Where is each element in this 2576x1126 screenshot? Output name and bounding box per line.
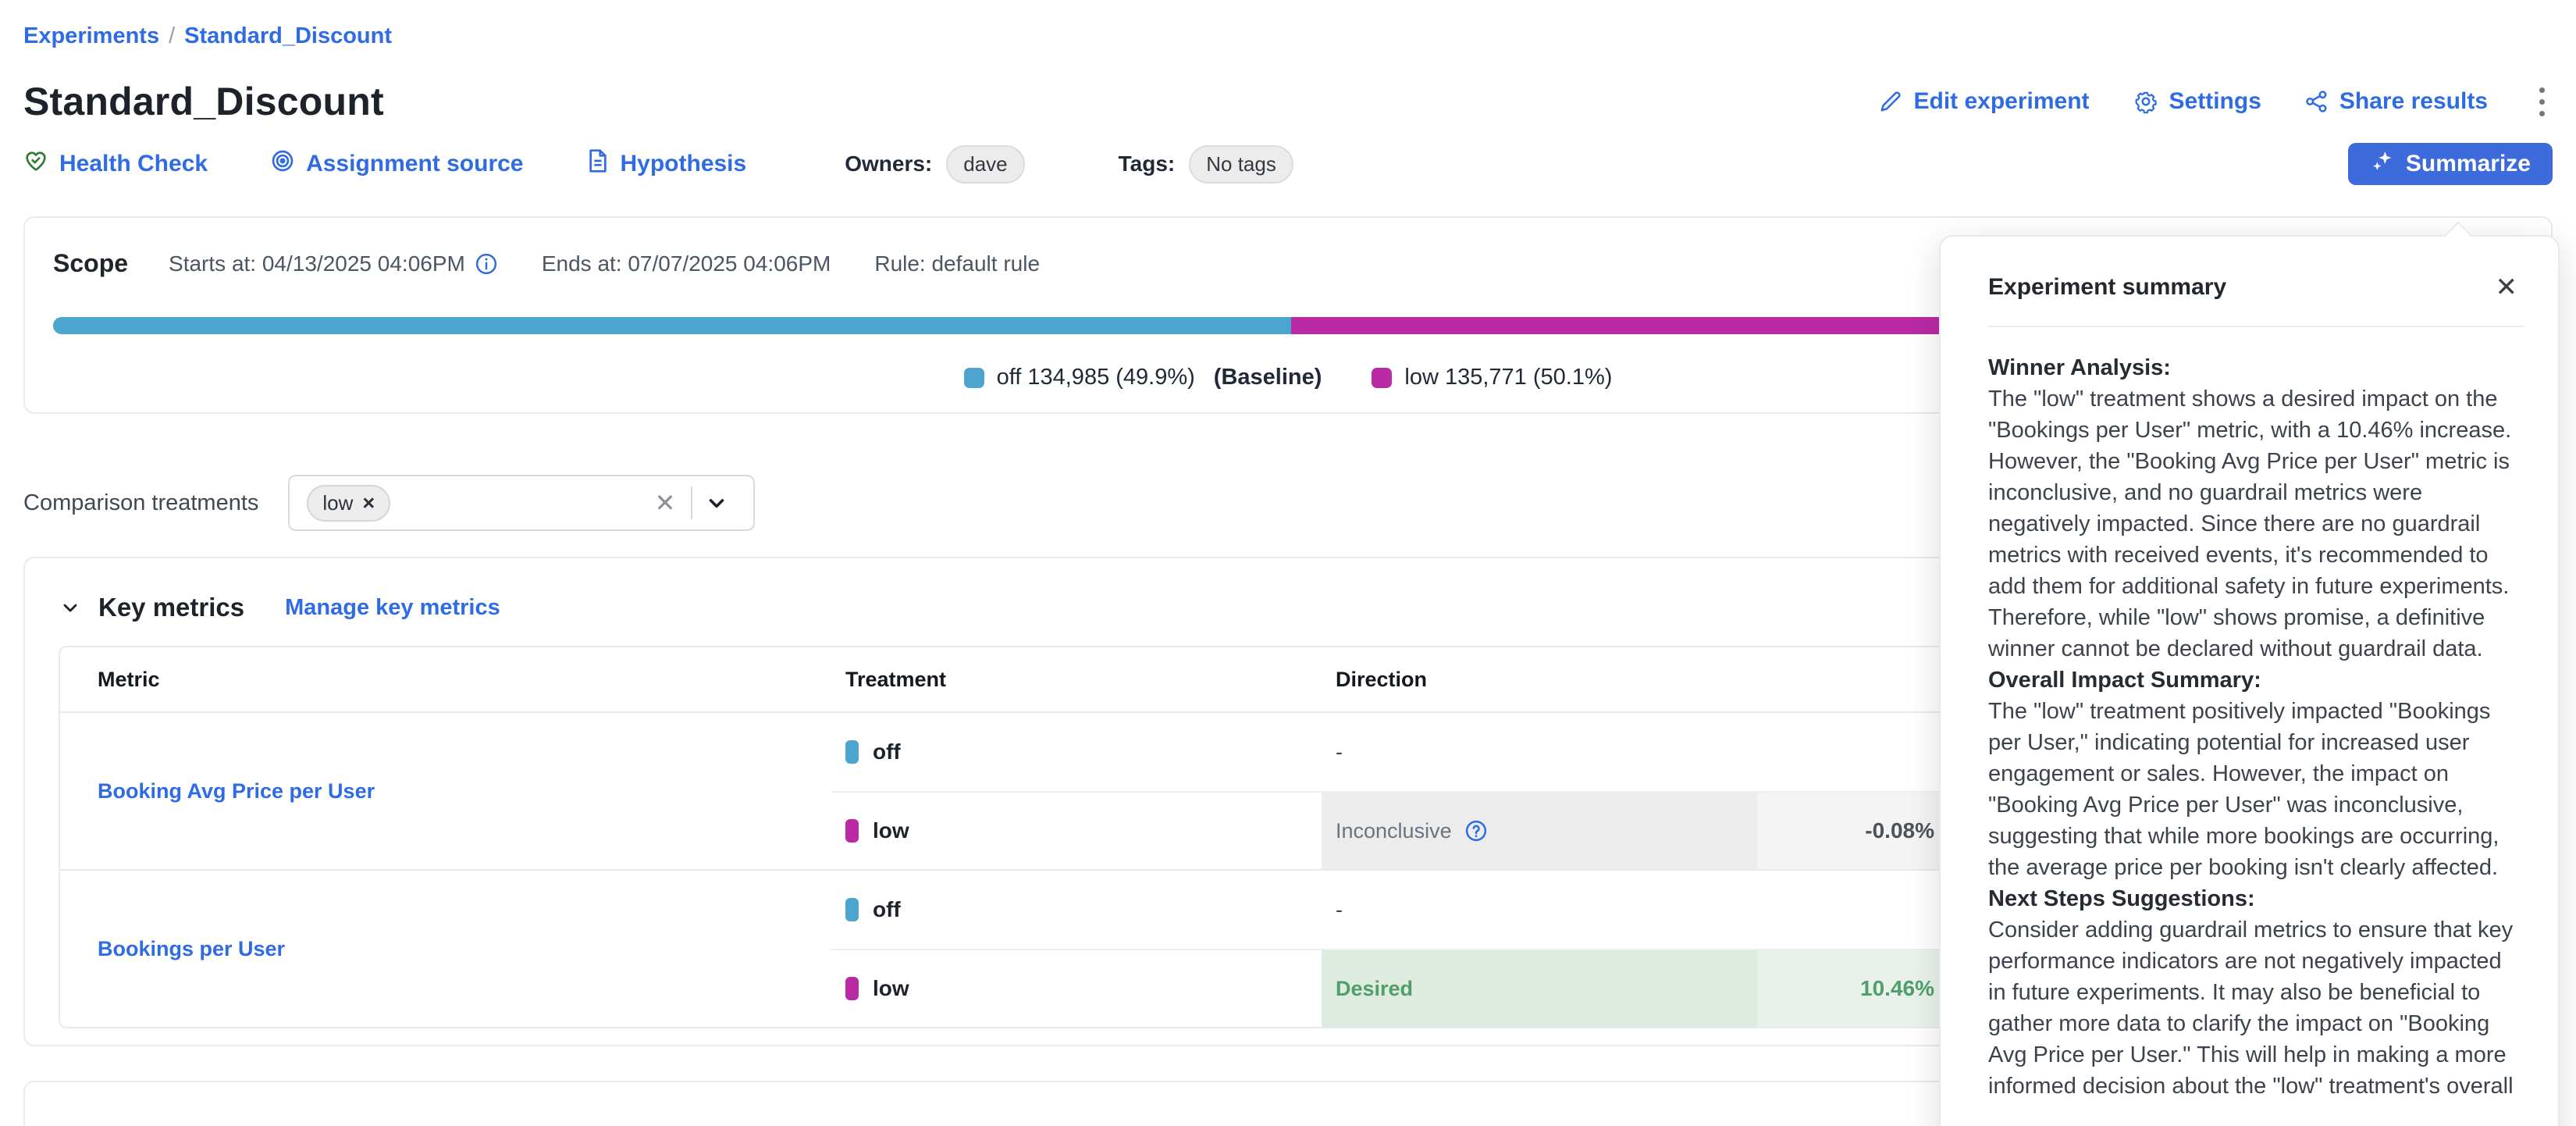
- column-header-metric: Metric: [60, 668, 831, 692]
- metric-cell: Bookings per User: [60, 871, 831, 1027]
- column-header-treatment: Treatment: [831, 668, 1322, 692]
- share-results-button[interactable]: Share results: [2305, 88, 2488, 115]
- direction-cell: Desired: [1322, 950, 1757, 1027]
- summary-section-heading: Next Steps Suggestions:: [1988, 883, 2524, 914]
- chip-remove-icon[interactable]: ×: [362, 491, 375, 515]
- breadcrumb-current-link[interactable]: Standard_Discount: [184, 23, 392, 48]
- owner-chip[interactable]: dave: [946, 145, 1024, 184]
- summary-divider: [1988, 326, 2524, 327]
- treatment-cell: low: [831, 793, 1322, 869]
- summarize-button[interactable]: Summarize: [2348, 143, 2553, 185]
- hypothesis-link[interactable]: Hypothesis: [586, 148, 747, 180]
- kebab-menu-button[interactable]: [2532, 83, 2553, 121]
- summary-section-heading: Overall Impact Summary:: [1988, 665, 2524, 696]
- settings-button[interactable]: Settings: [2133, 88, 2261, 115]
- direction-cell: -: [1322, 871, 1757, 949]
- treatment-color-chip: [845, 819, 859, 843]
- health-check-label: Health Check: [59, 151, 208, 177]
- page-title: Standard_Discount: [23, 79, 384, 124]
- legend-swatch-low-icon: [1372, 368, 1392, 388]
- metric-link-booking-avg-price[interactable]: Booking Avg Price per User: [98, 779, 375, 804]
- tags-chip[interactable]: No tags: [1189, 145, 1293, 184]
- sparkles-icon: [2370, 148, 2395, 180]
- treatment-color-chip: [845, 977, 859, 1000]
- breadcrumb: Experiments / Standard_Discount: [23, 0, 2553, 49]
- heart-check-icon: [23, 148, 48, 180]
- treatment-color-chip: [845, 898, 859, 921]
- legend-item-low: low 135,771 (50.1%): [1372, 365, 1612, 390]
- scope-rule: Rule: default rule: [874, 251, 1040, 276]
- chevron-down-icon[interactable]: [697, 491, 736, 515]
- target-icon: [270, 148, 295, 180]
- assignment-source-link[interactable]: Assignment source: [270, 148, 523, 180]
- tags-label: Tags:: [1119, 151, 1176, 176]
- question-icon[interactable]: [1464, 819, 1488, 843]
- scope-title: Scope: [53, 249, 128, 278]
- treatment-color-chip: [845, 740, 859, 764]
- clear-selection-icon[interactable]: ✕: [644, 488, 687, 518]
- selected-treatment-chip[interactable]: low ×: [307, 485, 390, 522]
- summary-body: Winner Analysis: The "low" treatment sho…: [1988, 352, 2524, 1102]
- tags-group: Tags: No tags: [1119, 145, 1293, 184]
- column-header-direction: Direction: [1322, 668, 1757, 692]
- share-icon: [2305, 90, 2329, 113]
- close-icon[interactable]: ✕: [2489, 271, 2524, 304]
- summary-section-text: The "low" treatment positively impacted …: [1988, 696, 2524, 883]
- direction-cell: Inconclusive: [1322, 793, 1757, 869]
- breadcrumb-experiments-link[interactable]: Experiments: [23, 23, 159, 48]
- header-actions: Edit experiment Settings Share results: [1879, 83, 2553, 121]
- summary-header: Experiment summary ✕: [1988, 271, 2524, 304]
- comparison-label: Comparison treatments: [23, 490, 258, 516]
- experiment-page: Experiments / Standard_Discount Standard_D…: [0, 0, 2576, 1126]
- legend-item-off: off 134,985 (49.9%) (Baseline): [964, 365, 1322, 390]
- treatment-select[interactable]: low × ✕: [288, 475, 755, 531]
- metric-link-bookings-per-user[interactable]: Bookings per User: [98, 937, 285, 961]
- summarize-label: Summarize: [2406, 151, 2531, 177]
- owners-label: Owners:: [845, 151, 932, 176]
- allocation-segment-off: [53, 317, 1291, 334]
- share-results-label: Share results: [2339, 88, 2488, 115]
- summary-title: Experiment summary: [1988, 274, 2226, 301]
- breadcrumb-separator: /: [169, 23, 175, 48]
- experiment-summary-panel: Experiment summary ✕ Winner Analysis: Th…: [1939, 235, 2560, 1126]
- summary-section-text: Consider adding guardrail metrics to ens…: [1988, 914, 2524, 1102]
- key-metrics-title: Key metrics: [98, 593, 244, 622]
- title-row: Standard_Discount Edit experiment Settin…: [23, 79, 2553, 124]
- scope-ends: Ends at: 07/07/2025 04:06PM: [542, 251, 831, 276]
- select-divider: [691, 486, 692, 519]
- manage-key-metrics-link[interactable]: Manage key metrics: [285, 595, 500, 621]
- health-check-link[interactable]: Health Check: [23, 148, 208, 180]
- gear-icon: [2133, 89, 2158, 114]
- metric-cell: Booking Avg Price per User: [60, 713, 831, 869]
- edit-experiment-button[interactable]: Edit experiment: [1879, 88, 2089, 115]
- direction-cell: -: [1322, 713, 1757, 791]
- pencil-icon: [1879, 90, 1902, 113]
- treatment-cell: low: [831, 950, 1322, 1027]
- meta-row: Health Check Assignment source Hypothesi…: [23, 143, 2553, 185]
- scope-starts: Starts at: 04/13/2025 04:06PM: [169, 251, 498, 276]
- assignment-source-label: Assignment source: [306, 151, 523, 177]
- summary-section-heading: Winner Analysis:: [1988, 352, 2524, 383]
- document-icon: [586, 148, 610, 180]
- info-icon[interactable]: [475, 252, 498, 276]
- treatment-cell: off: [831, 871, 1322, 949]
- owners-group: Owners: dave: [845, 145, 1024, 184]
- collapse-chevron-icon[interactable]: [59, 597, 81, 618]
- edit-experiment-label: Edit experiment: [1913, 88, 2089, 115]
- hypothesis-label: Hypothesis: [621, 151, 747, 177]
- legend-swatch-off-icon: [964, 368, 984, 388]
- treatment-cell: off: [831, 713, 1322, 791]
- summary-section-text: The "low" treatment shows a desired impa…: [1988, 383, 2524, 665]
- settings-label: Settings: [2169, 88, 2261, 115]
